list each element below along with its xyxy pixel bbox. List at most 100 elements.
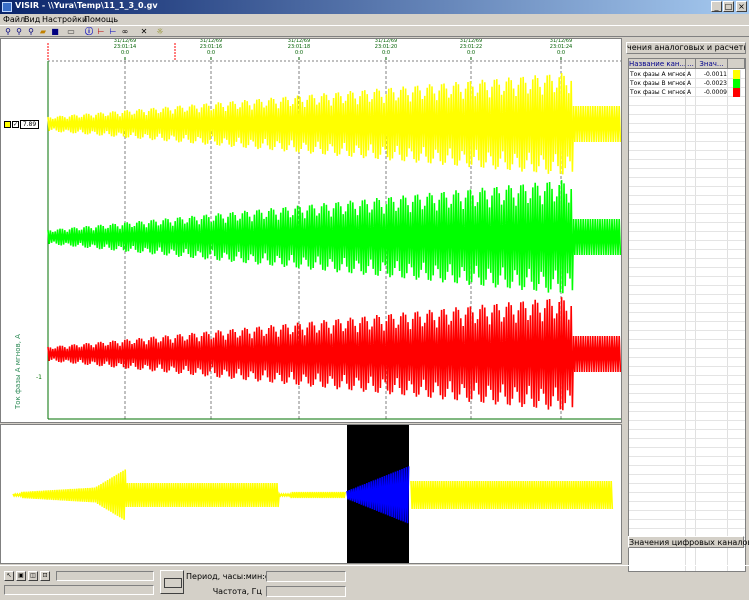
table-row[interactable] xyxy=(629,277,745,286)
table-row[interactable] xyxy=(629,241,745,250)
table-row[interactable] xyxy=(629,214,745,223)
table-row[interactable] xyxy=(629,520,745,529)
table-row[interactable] xyxy=(629,250,745,259)
overview-plot[interactable] xyxy=(0,424,622,564)
scale-value-field[interactable]: 7.89 xyxy=(20,120,39,129)
table-row[interactable] xyxy=(629,502,745,511)
time-label-sub: 0:0 xyxy=(207,50,215,56)
table-row[interactable] xyxy=(629,385,745,394)
channel-checkbox[interactable]: ✓ xyxy=(12,121,19,128)
menu-view[interactable]: Вид xyxy=(24,14,40,25)
status-field-2 xyxy=(4,585,154,595)
settings-icon[interactable]: ☼ xyxy=(155,27,165,36)
table-row[interactable] xyxy=(629,430,745,439)
marker-blue-icon[interactable]: ⊢ xyxy=(108,27,118,36)
zoom-in-icon[interactable]: ⚲ xyxy=(3,27,13,36)
frequency-field xyxy=(266,586,346,597)
table-row[interactable] xyxy=(629,511,745,520)
trace-phase-b xyxy=(47,180,621,294)
table-row[interactable]: Ток фазы В мгнов А -0.0023 xyxy=(629,79,745,88)
table-row[interactable] xyxy=(629,178,745,187)
table-row[interactable] xyxy=(629,205,745,214)
table-row[interactable] xyxy=(629,295,745,304)
table-row[interactable] xyxy=(629,349,745,358)
table-row[interactable] xyxy=(629,196,745,205)
channel-name: Ток фазы В мгнов xyxy=(630,79,686,88)
table-row[interactable] xyxy=(629,232,745,241)
pointer-tool-button[interactable]: ↖ xyxy=(4,571,14,581)
channel-color-swatch[interactable] xyxy=(4,121,11,128)
table-row[interactable] xyxy=(629,313,745,322)
table-row[interactable] xyxy=(629,160,745,169)
column-header-color[interactable] xyxy=(728,59,745,69)
time-label-sub: 0:0 xyxy=(295,50,303,56)
table-row[interactable] xyxy=(629,169,745,178)
table-row[interactable] xyxy=(629,376,745,385)
zoom-tool-button[interactable]: ◫ xyxy=(28,571,38,581)
marker-red-icon[interactable]: ⊢ xyxy=(96,27,106,36)
table-row[interactable] xyxy=(629,187,745,196)
table-row[interactable] xyxy=(629,412,745,421)
menu-file[interactable]: Файл xyxy=(3,14,25,25)
maximize-button[interactable]: □ xyxy=(723,1,734,12)
channel-unit: А xyxy=(687,79,696,88)
table-row[interactable] xyxy=(629,448,745,457)
menu-settings[interactable]: Настройки xyxy=(42,14,87,25)
overview-canvas[interactable] xyxy=(1,425,621,563)
table-row[interactable] xyxy=(629,439,745,448)
table-row[interactable] xyxy=(629,142,745,151)
table-row[interactable] xyxy=(629,286,745,295)
waveform-canvas[interactable]: 31/12/6923:01:140:031/12/6923:01:160:031… xyxy=(1,39,621,422)
period-field xyxy=(266,571,346,582)
table-row[interactable] xyxy=(629,331,745,340)
title-bar: VISIR - \\Yura\Temp\11_1_3_0.gv _ □ × xyxy=(0,0,749,14)
column-header-unit[interactable]: ... xyxy=(686,59,696,69)
table-row[interactable] xyxy=(629,223,745,232)
window-title: VISIR - \\Yura\Temp\11_1_3_0.gv xyxy=(15,1,158,10)
zoom-fit-icon[interactable]: ⚲ xyxy=(26,27,36,36)
table-row[interactable] xyxy=(629,358,745,367)
column-header-value[interactable]: Знач... xyxy=(696,59,728,69)
time-label-sub: 0:0 xyxy=(557,50,565,56)
table-row[interactable] xyxy=(629,115,745,124)
minimize-button[interactable]: _ xyxy=(711,1,722,12)
table-row[interactable] xyxy=(629,466,745,475)
table-row[interactable] xyxy=(629,124,745,133)
table-row[interactable] xyxy=(629,322,745,331)
info-icon[interactable]: ⓘ xyxy=(84,27,94,36)
table-row[interactable]: Ток фазы А мгнов А -0.0011 xyxy=(629,70,745,79)
table-row[interactable] xyxy=(629,475,745,484)
select-tool-button[interactable]: ▣ xyxy=(16,571,26,581)
table-row[interactable] xyxy=(629,97,745,106)
zoom-out-icon[interactable]: ⚲ xyxy=(14,27,24,36)
binoculars-icon[interactable]: ∞ xyxy=(120,27,130,36)
menu-help[interactable]: Помощь xyxy=(84,14,118,25)
table-row[interactable] xyxy=(629,403,745,412)
trace-phase-a xyxy=(47,72,621,175)
table-row[interactable] xyxy=(629,340,745,349)
split-view-button[interactable] xyxy=(160,570,184,594)
print-preview-icon[interactable]: ▭ xyxy=(66,27,76,36)
close-button[interactable]: × xyxy=(736,1,747,12)
table-row[interactable] xyxy=(629,151,745,160)
table-row[interactable] xyxy=(629,484,745,493)
table-row[interactable] xyxy=(629,304,745,313)
channel-value: -0.0023 xyxy=(696,79,728,88)
table-row[interactable] xyxy=(629,394,745,403)
table-row[interactable] xyxy=(629,268,745,277)
digital-values-title[interactable]: Значения цифровых каналов xyxy=(628,536,749,548)
table-row[interactable] xyxy=(629,133,745,142)
table-row[interactable] xyxy=(629,106,745,115)
table-row[interactable] xyxy=(629,367,745,376)
measure-tool-button[interactable]: ⊡ xyxy=(40,571,50,581)
open-folder-icon[interactable]: ▰ xyxy=(38,27,48,36)
table-row[interactable] xyxy=(629,493,745,502)
tools-icon[interactable]: ✕ xyxy=(139,27,149,36)
waveform-plot[interactable]: 31/12/69 23:01:14 0:0 31/12/69 23:01:16 0:0 31… xyxy=(0,38,622,423)
save-icon[interactable]: ■ xyxy=(50,27,60,36)
table-row[interactable] xyxy=(629,457,745,466)
table-row[interactable] xyxy=(629,259,745,268)
table-row[interactable] xyxy=(629,421,745,430)
column-header-name[interactable]: Название кан... xyxy=(629,59,686,69)
table-row[interactable]: Ток фазы С мгнов А -0.0009 xyxy=(629,88,745,97)
